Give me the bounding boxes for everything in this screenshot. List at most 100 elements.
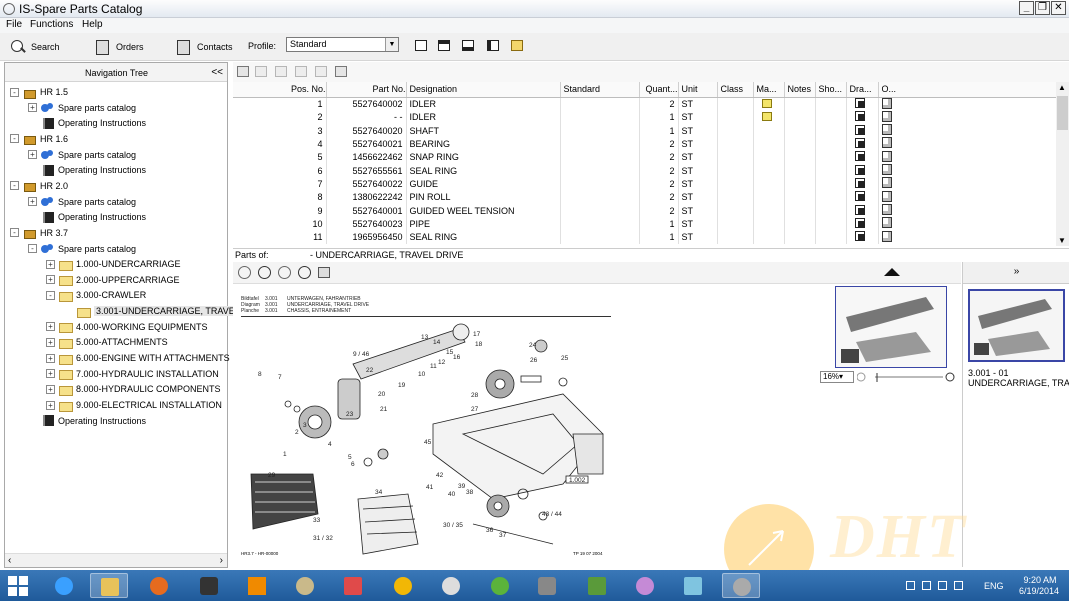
callout-label[interactable]: 9 / 46: [353, 351, 370, 358]
callout-label[interactable]: 45: [424, 439, 432, 446]
expand-icon[interactable]: +: [46, 400, 55, 410]
column-header[interactable]: Notes: [784, 82, 816, 98]
collapse-icon[interactable]: -: [28, 244, 37, 253]
document-icon[interactable]: [881, 124, 892, 136]
drawing-icon[interactable]: [854, 124, 865, 135]
callout-label[interactable]: 42: [436, 472, 444, 479]
table-row[interactable]: 7 5527640022 GUIDE 2 ST: [233, 177, 1056, 191]
callout-label[interactable]: 31 / 32: [313, 535, 333, 542]
scroll-down-icon[interactable]: ▼: [1058, 236, 1066, 245]
flag-icon[interactable]: [906, 581, 915, 590]
callout-label[interactable]: 17: [473, 331, 481, 338]
callout-label[interactable]: 40: [448, 491, 456, 498]
callout-label[interactable]: 23: [346, 411, 354, 418]
scroll-up-icon[interactable]: ▲: [1058, 83, 1066, 92]
tree-node[interactable]: - 3.000-CRAWLER: [46, 288, 146, 302]
drawing-icon[interactable]: [854, 137, 865, 148]
callout-label[interactable]: 1.002: [569, 477, 586, 484]
tree-node[interactable]: + Spare parts catalog: [28, 195, 136, 209]
document-icon[interactable]: [881, 204, 892, 216]
tree-node[interactable]: +2.000-UPPERCARRIAGE: [46, 273, 180, 287]
columns-icon[interactable]: [295, 66, 307, 77]
taskbar-paint[interactable]: [626, 573, 664, 598]
taskbar-vlc[interactable]: [238, 573, 276, 598]
search-button[interactable]: Search: [9, 37, 60, 57]
callout-label[interactable]: 26: [530, 357, 538, 364]
tree-node[interactable]: Operating Instructions: [28, 163, 146, 177]
tree-node[interactable]: - HR 1.5: [10, 85, 68, 99]
document-icon[interactable]: [881, 190, 892, 202]
tree-node[interactable]: +1.000-UNDERCARRIAGE: [46, 257, 181, 271]
next-sheet-button[interactable]: »: [963, 262, 1069, 284]
table-row[interactable]: 9 5527640001 GUIDED WEEL TENSION 2 ST: [233, 203, 1056, 218]
expand-icon[interactable]: +: [46, 337, 55, 347]
document-icon[interactable]: [881, 164, 892, 176]
callout-label[interactable]: 41: [426, 484, 434, 491]
callout-label[interactable]: 30 / 35: [443, 522, 463, 529]
marking-icon[interactable]: [761, 111, 772, 121]
expand-icon[interactable]: +: [46, 322, 55, 332]
tree-node[interactable]: Operating Instructions: [28, 414, 146, 428]
volume-icon[interactable]: [954, 581, 963, 590]
callout-label[interactable]: 43 / 44: [542, 511, 562, 518]
language-indicator[interactable]: ENG: [984, 581, 1004, 591]
tree-node[interactable]: Operating Instructions: [28, 210, 146, 224]
taskbar-chrome[interactable]: [384, 573, 422, 598]
column-header[interactable]: Ma...: [753, 82, 785, 98]
callout-label[interactable]: 5: [348, 454, 352, 461]
taskbar-capture[interactable]: [528, 573, 566, 598]
start-button[interactable]: [8, 576, 28, 596]
table-row[interactable]: 2- - IDLER 1 ST: [233, 110, 1056, 124]
export-icon[interactable]: [315, 66, 327, 77]
taskbar-app[interactable]: [334, 573, 372, 598]
callout-label[interactable]: 21: [380, 406, 388, 413]
collapse-icon[interactable]: -: [10, 228, 19, 238]
column-header[interactable]: Dra...: [846, 82, 879, 98]
edit-icon[interactable]: [255, 66, 267, 77]
print-drawing-icon[interactable]: [318, 267, 330, 278]
layout-horizontal-icon[interactable]: [462, 40, 474, 51]
layout-split-icon[interactable]: [438, 40, 450, 51]
table-row[interactable]: 4 5527640021 BEARING 2 ST: [233, 137, 1056, 151]
column-header[interactable]: Class: [717, 82, 754, 98]
wifi-icon[interactable]: [938, 581, 947, 590]
expand-icon[interactable]: +: [46, 275, 55, 285]
callout-label[interactable]: 33: [313, 517, 321, 524]
table-row[interactable]: 1 5527640002 IDLER 2 ST: [233, 97, 1056, 111]
drawing-icon[interactable]: [854, 231, 865, 242]
expand-icon[interactable]: +: [28, 103, 37, 113]
callout-label[interactable]: 28: [471, 392, 479, 399]
contacts-button[interactable]: Contacts: [175, 37, 233, 57]
callout-label[interactable]: 12: [438, 359, 446, 366]
table-row[interactable]: 11 1965956450 SEAL RING 1 ST: [233, 230, 1056, 244]
minimize-button[interactable]: _: [1019, 1, 1034, 15]
tree-node[interactable]: +5.000-ATTACHMENTS: [46, 335, 168, 349]
marking-icon[interactable]: [761, 98, 772, 108]
restore-button[interactable]: ❐: [1035, 1, 1050, 15]
nav-horizontal-scrollbar[interactable]: ‹ ›: [5, 553, 227, 567]
layout-vertical-icon[interactable]: [487, 40, 499, 51]
expand-icon[interactable]: +: [28, 197, 37, 207]
table-row[interactable]: 5 1456622462 SNAP RING 2 ST: [233, 150, 1056, 164]
orders-button[interactable]: Orders: [94, 37, 144, 57]
profile-select[interactable]: Standard ▼: [286, 37, 399, 52]
tree-node[interactable]: +8.000-HYDRAULIC COMPONENTS: [46, 382, 221, 396]
layout-single-icon[interactable]: [415, 40, 427, 51]
drawing-icon[interactable]: [854, 151, 865, 162]
tree-node[interactable]: +9.000-ELECTRICAL INSTALLATION: [46, 398, 222, 412]
clock-time[interactable]: 9:20 AM: [1018, 575, 1062, 585]
taskbar-media[interactable]: [432, 573, 470, 598]
drawing-icon[interactable]: [854, 164, 865, 175]
callout-label[interactable]: 27: [471, 406, 479, 413]
callout-label[interactable]: 4: [328, 441, 332, 448]
expand-icon[interactable]: +: [46, 369, 55, 379]
callout-label[interactable]: 24: [529, 342, 537, 349]
zoom-slider[interactable]: [857, 372, 957, 384]
table-row[interactable]: 8 1380622242 PIN ROLL 2 ST: [233, 190, 1056, 204]
copy-icon[interactable]: [275, 66, 287, 77]
zoom-in-icon[interactable]: [258, 266, 271, 279]
tree-node[interactable]: 3.001-UNDERCARRIAGE, TRAVEL: [64, 304, 242, 318]
drawing-icon[interactable]: [854, 98, 865, 108]
scroll-thumb[interactable]: [1057, 96, 1068, 130]
add-to-cart-icon[interactable]: [237, 66, 249, 77]
